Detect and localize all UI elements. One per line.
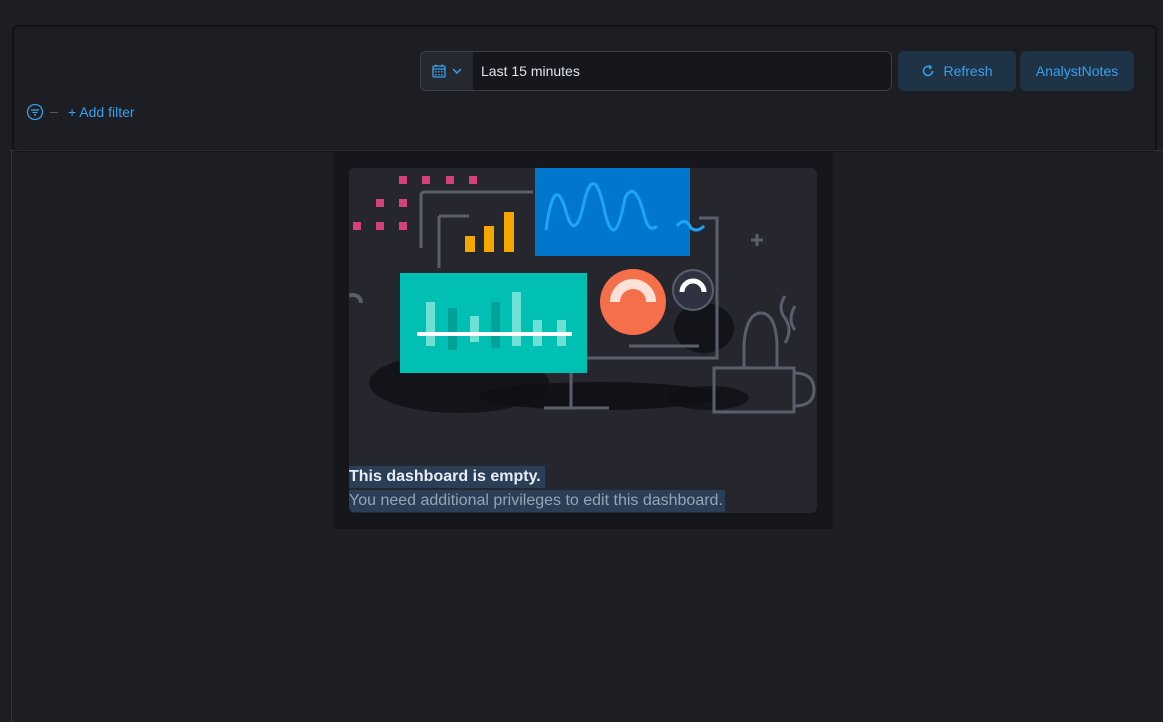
filter-separator: [50, 111, 58, 113]
refresh-button[interactable]: Refresh: [898, 51, 1016, 91]
refresh-label: Refresh: [943, 63, 993, 79]
divider: [12, 150, 1163, 151]
filter-icon[interactable]: [26, 103, 44, 121]
refresh-icon: [923, 64, 934, 77]
filter-bar: + Add filter: [26, 103, 135, 121]
calendar-icon: [432, 64, 446, 78]
chevron-down-icon: [452, 68, 462, 75]
date-range-value[interactable]: Last 15 minutes: [473, 52, 580, 90]
analyst-notes-button[interactable]: AnalystNotes: [1020, 51, 1134, 91]
query-panel: Last 15 minutes Refresh AnalystNotes + A…: [12, 25, 1157, 152]
empty-state-description: You need additional privileges to edit t…: [349, 490, 725, 512]
add-filter-button[interactable]: + Add filter: [68, 104, 135, 120]
empty-state-card: This dashboard is empty. You need additi…: [349, 168, 817, 513]
empty-dashboard-panel: This dashboard is empty. You need additi…: [333, 152, 833, 529]
content-border: [11, 150, 12, 722]
grid-icon[interactable]: [1115, 0, 1127, 6]
empty-state-title: This dashboard is empty.: [349, 466, 545, 488]
top-icons: [1093, 0, 1149, 8]
date-quick-select-button[interactable]: [421, 52, 473, 90]
trash-icon[interactable]: [1137, 0, 1149, 6]
date-picker[interactable]: Last 15 minutes: [420, 51, 892, 91]
analyst-notes-label: AnalystNotes: [1035, 63, 1119, 79]
dashboard-illustration: [349, 168, 816, 414]
globe-icon[interactable]: [1093, 0, 1105, 6]
